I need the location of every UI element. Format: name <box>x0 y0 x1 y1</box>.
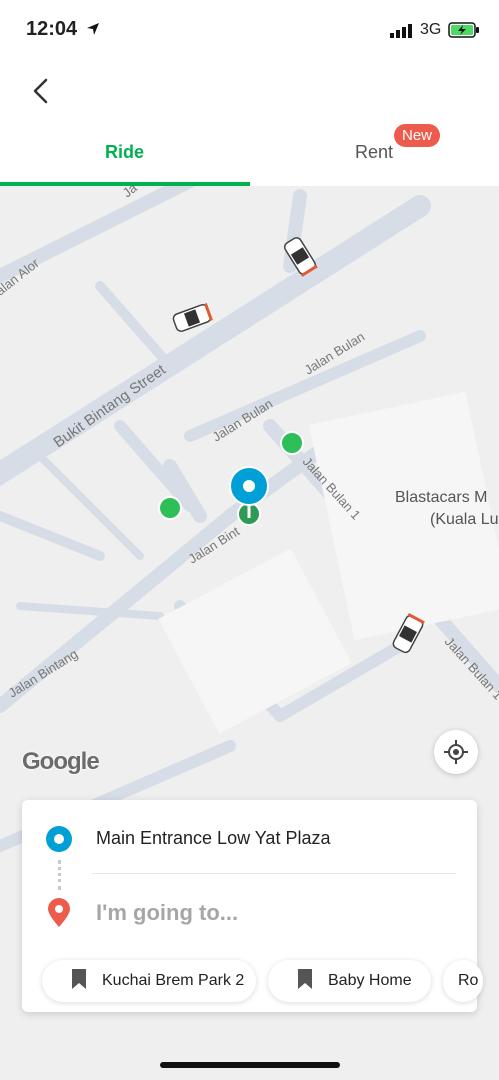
saved-place-chip[interactable]: Kuchai Brem Park 2 <box>42 960 256 1002</box>
header: Ride Rent New <box>0 60 499 186</box>
route-connector <box>58 860 63 890</box>
saved-place-label: Ro <box>458 972 479 989</box>
saved-place-chip[interactable]: Ro <box>443 960 483 1002</box>
nearby-driver-dot <box>158 496 182 520</box>
signal-icon <box>390 24 414 43</box>
trip-card: Main Entrance Low Yat Plaza I'm going to… <box>22 800 483 1012</box>
nearby-driver-dot <box>280 431 304 455</box>
street-label: Ja <box>120 186 141 200</box>
place-label: (Kuala Lu <box>430 511 499 528</box>
status-time: 12:04 <box>26 18 78 40</box>
saved-place-chip[interactable]: Baby Home <box>268 960 431 1002</box>
car-icon[interactable] <box>172 303 213 333</box>
back-arrow-icon[interactable] <box>26 74 58 108</box>
bookmark-icon <box>296 968 314 995</box>
street-label: Bukit Bintang Street <box>51 361 170 451</box>
location-arrow-icon <box>86 22 100 41</box>
saved-place-label: Baby Home <box>328 972 412 989</box>
bookmark-icon <box>70 968 88 995</box>
my-location-button[interactable] <box>434 730 478 774</box>
tab-ride[interactable]: Ride <box>105 142 144 163</box>
status-bar: 12:04 3G <box>0 0 499 60</box>
destination-input[interactable]: I'm going to... <box>96 900 238 926</box>
home-indicator[interactable] <box>160 1062 340 1068</box>
pickup-field[interactable]: Main Entrance Low Yat Plaza <box>96 828 330 849</box>
street-label: Jalan Bintang <box>6 646 81 700</box>
crosshair-icon <box>444 740 468 764</box>
battery-icon <box>448 22 480 43</box>
google-attribution: Google <box>22 748 100 775</box>
tab-rent[interactable]: Rent <box>355 142 393 163</box>
pickup-icon <box>46 826 72 852</box>
place-label: Blastacars M <box>395 489 487 506</box>
divider <box>92 873 456 874</box>
saved-place-label: Kuchai Brem Park 2 <box>102 972 245 989</box>
network-type: 3G <box>420 21 442 38</box>
new-badge: New <box>394 124 441 147</box>
destination-pin-icon <box>46 898 72 933</box>
